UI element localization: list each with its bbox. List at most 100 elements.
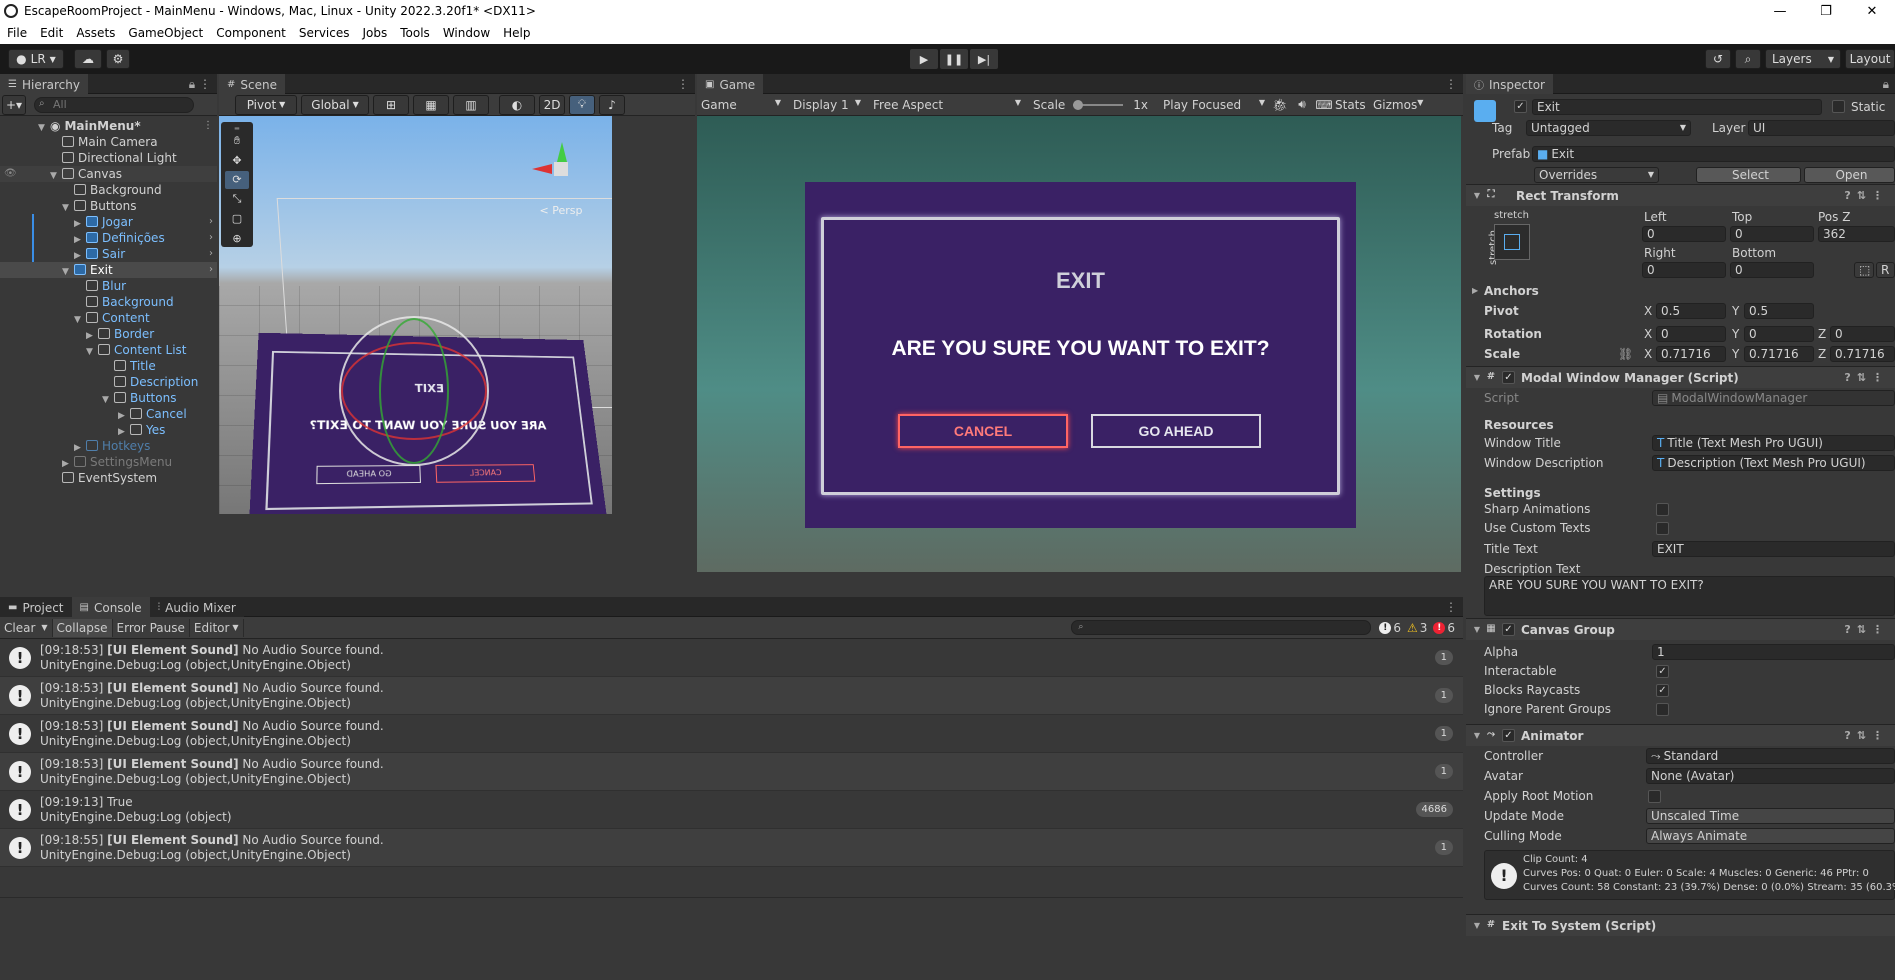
controller-field[interactable]: ⤳ Standard (1646, 748, 1895, 764)
list-item[interactable]: ▶ Hotkeys (0, 438, 217, 454)
list-item[interactable]: ! [09:18:53] [UI Element Sound] No Audio … (0, 715, 1463, 753)
list-item[interactable]: ! [09:18:53] [UI Element Sound] No Audio … (0, 753, 1463, 791)
posz-field[interactable]: 362 (1818, 226, 1895, 242)
component-enabled-checkbox[interactable]: ✓ (1502, 371, 1515, 384)
list-item[interactable]: Directional Light (0, 150, 217, 166)
shading-mode-button[interactable]: ◐ (499, 95, 535, 115)
list-item[interactable]: ▶ Yes (0, 422, 217, 438)
list-item[interactable]: ! [09:18:53] [UI Element Sound] No Audio … (0, 639, 1463, 677)
title-text-input[interactable]: EXIT (1652, 541, 1895, 557)
lock-icon[interactable]: 🔒︎ (1883, 77, 1889, 92)
layers-dropdown[interactable]: Layers ▼ (1765, 49, 1841, 69)
search-button[interactable]: ⌕ (1735, 49, 1761, 69)
list-item[interactable]: ! [09:18:55] [UI Element Sound] No Audio … (0, 829, 1463, 867)
menu-file[interactable]: File (0, 26, 33, 40)
layout-dropdown[interactable]: Layout (1845, 49, 1895, 69)
component-menu-icons[interactable]: ?⇅⋮ (1844, 371, 1889, 384)
component-enabled-checkbox[interactable]: ✓ (1502, 623, 1515, 636)
interactable-checkbox[interactable]: ✓ (1656, 665, 1669, 678)
play-mode-dropdown[interactable]: Play Focused ▼ (1159, 98, 1269, 112)
go-ahead-button[interactable]: GO AHEAD (1091, 414, 1261, 448)
list-item[interactable]: 👁︎ ▼ Canvas (0, 166, 217, 182)
audio-toggle-button[interactable]: ♪ (599, 95, 625, 115)
menu-gameobject[interactable]: GameObject (121, 26, 209, 40)
blocks-raycasts-checkbox[interactable]: ✓ (1656, 684, 1669, 697)
log-filter-toggle[interactable]: ! 6 (1379, 621, 1401, 635)
rect-tool[interactable]: ▢ (225, 210, 249, 228)
clear-button[interactable]: Clear ▼ (0, 619, 53, 637)
tab-project[interactable]: ▬ Project (0, 597, 72, 617)
hierarchy-search[interactable]: ⌕ (34, 97, 194, 113)
chevron-right-icon[interactable]: › (209, 262, 213, 278)
list-item[interactable]: Title (0, 358, 217, 374)
history-button[interactable]: ↺ (1705, 49, 1731, 69)
list-item[interactable]: Main Camera (0, 134, 217, 150)
menu-window[interactable]: Window (436, 26, 496, 40)
kebab-icon[interactable]: ⋮ (203, 118, 213, 134)
open-button[interactable]: Open (1804, 167, 1895, 183)
component-menu-icons[interactable]: ?⇅⋮ (1844, 729, 1889, 742)
shortcuts-button[interactable]: ⌨ (1313, 98, 1335, 112)
orientation-gizmo[interactable]: < Persp (526, 136, 596, 206)
menu-tools[interactable]: Tools (393, 26, 436, 40)
expand-arrow-icon[interactable]: ▶ (1472, 286, 1478, 295)
top-field[interactable]: 0 (1730, 226, 1814, 242)
list-item[interactable]: Blur (0, 278, 217, 294)
error-pause-toggle[interactable]: Error Pause (113, 619, 190, 637)
menu-services[interactable]: Services (292, 26, 356, 40)
tab-game[interactable]: ▣ Game (697, 74, 763, 94)
snap-increment-button[interactable]: ▦ (413, 95, 449, 115)
collapse-toggle[interactable]: Collapse (53, 619, 113, 637)
scene-row[interactable]: ▼ ◉ MainMenu* ⋮ (0, 118, 217, 134)
active-checkbox[interactable]: ✓ (1514, 100, 1527, 113)
link-icon[interactable]: ⛓ (1618, 347, 1633, 361)
rect-transform-header[interactable]: ▼ ⛶ Rect Transform ?⇅⋮ (1466, 184, 1895, 206)
component-enabled-checkbox[interactable]: ✓ (1502, 729, 1515, 742)
anchors-foldout[interactable]: Anchors (1484, 284, 1539, 298)
services-button[interactable]: ⚙ (106, 49, 130, 69)
menu-assets[interactable]: Assets (69, 26, 121, 40)
kebab-icon[interactable]: ⋮ (1445, 600, 1457, 614)
draw-mode-button[interactable]: ▥ (453, 95, 489, 115)
scale-thumb[interactable] (1073, 100, 1083, 110)
scene-viewport[interactable]: EXIT ARE YOU SURE YOU WANT TO EXIT? GO A… (219, 116, 612, 514)
list-item[interactable]: Background (0, 182, 217, 198)
avatar-field[interactable]: None (Avatar) (1646, 768, 1895, 784)
play-button[interactable]: ▶ (910, 49, 938, 69)
menu-jobs[interactable]: Jobs (356, 26, 394, 40)
lock-icon[interactable]: 🔒︎ ⋮ (189, 77, 211, 92)
scale-slider[interactable]: Scale 1x (1025, 98, 1159, 112)
cloud-button[interactable]: ☁ (74, 49, 102, 69)
pivot-dropdown[interactable]: Pivot ▼ (235, 95, 297, 115)
lighting-button[interactable]: 💡︎ (569, 95, 595, 115)
maximize-button[interactable]: ❐ (1803, 4, 1849, 19)
list-item[interactable]: Description (0, 374, 217, 390)
exit-to-system-header[interactable]: ▼ # Exit To System (Script) (1466, 914, 1895, 936)
menu-edit[interactable]: Edit (33, 26, 69, 40)
list-item[interactable]: Background (0, 294, 217, 310)
left-field[interactable]: 0 (1642, 226, 1726, 242)
menu-component[interactable]: Component (209, 26, 292, 40)
right-field[interactable]: 0 (1642, 262, 1726, 278)
culling-mode-dropdown[interactable]: Always Animate (1646, 828, 1895, 844)
bug-button[interactable]: 🐞︎ (1269, 98, 1291, 112)
minimize-button[interactable]: — (1757, 4, 1803, 19)
chevron-right-icon[interactable]: › (209, 230, 213, 246)
step-button[interactable]: ▶| (970, 49, 998, 69)
game-view-dropdown[interactable]: Game ▼ (697, 98, 785, 112)
scale-tool[interactable]: ⤡ (225, 191, 249, 209)
close-button[interactable]: ✕ (1849, 4, 1895, 19)
mute-audio-button[interactable]: 🔊︎ (1291, 97, 1313, 112)
drag-handle[interactable]: ▬ (225, 126, 249, 130)
kebab-icon[interactable]: ⋮ (1445, 77, 1457, 91)
scale-track[interactable] (1073, 104, 1123, 106)
list-item[interactable]: ▶ Cancel (0, 406, 217, 422)
hand-tool[interactable]: ✋︎ (225, 132, 249, 150)
rotation-z-field[interactable]: 0 (1830, 326, 1895, 342)
tag-dropdown[interactable]: Untagged ▼ (1526, 120, 1691, 136)
canvas-group-header[interactable]: ▼ ▦ ✓ Canvas Group ?⇅⋮ (1466, 618, 1895, 640)
menu-help[interactable]: Help (496, 26, 536, 40)
custom-texts-checkbox[interactable] (1656, 522, 1669, 535)
desc-text-area[interactable]: ARE YOU SURE YOU WANT TO EXIT? (1484, 576, 1895, 616)
move-tool[interactable]: ✥ (225, 152, 249, 170)
